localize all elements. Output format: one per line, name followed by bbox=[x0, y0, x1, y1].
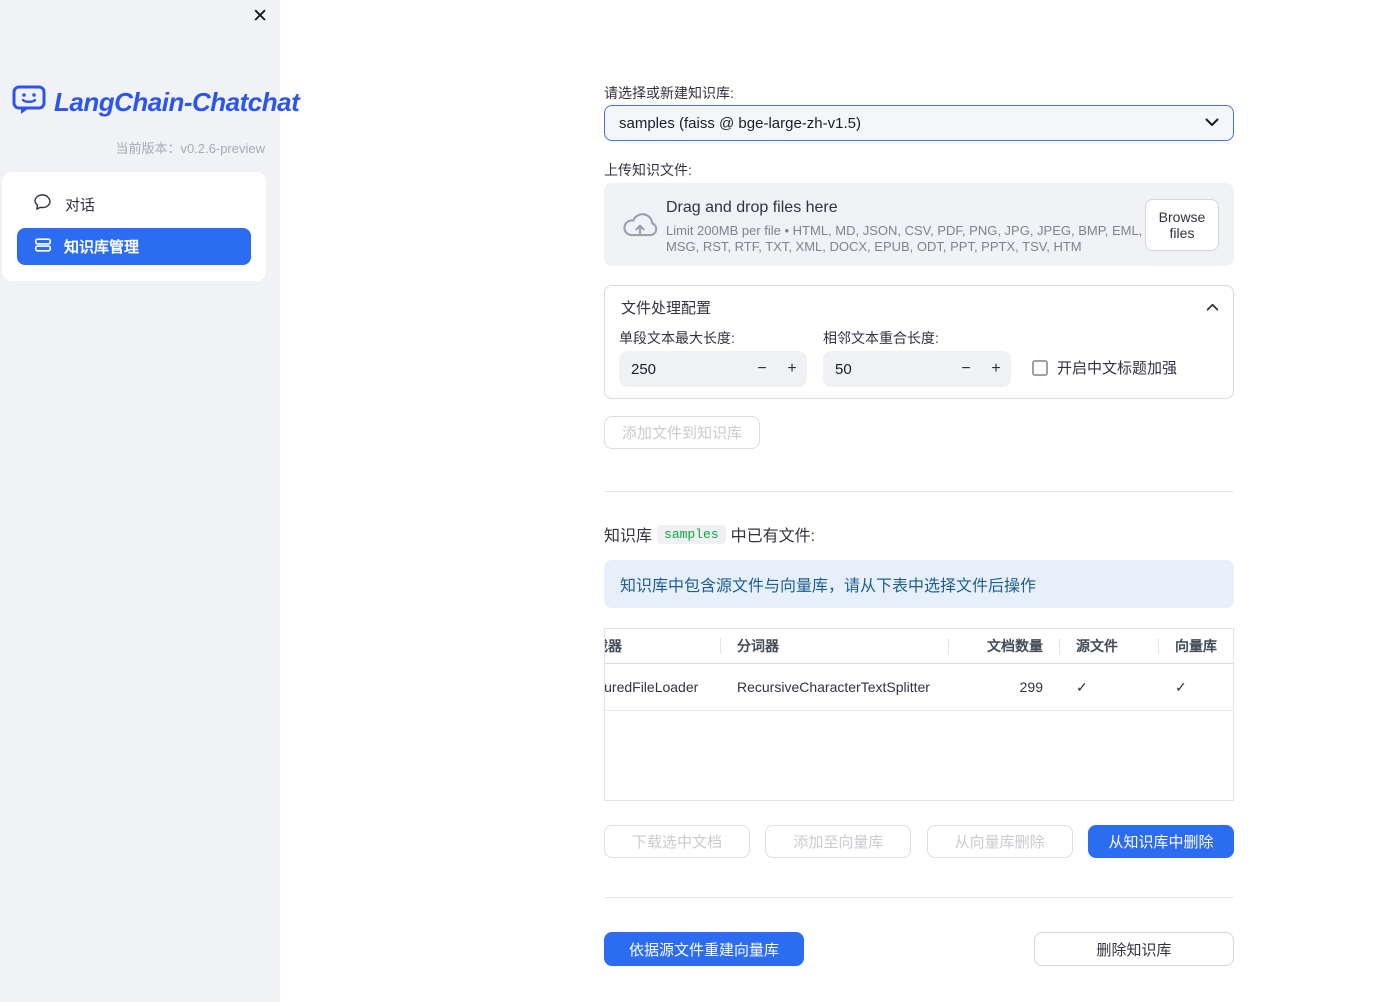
app-title: LangChain-Chatchat bbox=[54, 87, 300, 117]
kb-name-code: samples bbox=[657, 524, 726, 544]
cell-splitter: RecursiveCharacterTextSplitter bbox=[737, 679, 930, 695]
col-header-splitter[interactable]: 分词器 bbox=[720, 629, 948, 663]
sidebar-item-dialogue[interactable]: 对话 bbox=[2, 186, 266, 222]
rebuild-vector-store-button[interactable]: 依据源文件重建向量库 bbox=[604, 932, 804, 966]
checkbox-label: 开启中文标题加强 bbox=[1057, 360, 1178, 377]
kb-select-value: samples (faiss @ bge-large-zh-v1.5) bbox=[619, 114, 861, 132]
file-dropzone[interactable]: Drag and drop files here Limit 200MB per… bbox=[604, 183, 1234, 266]
chunk-size-input[interactable]: 250 − + bbox=[619, 351, 807, 387]
checkbox-box[interactable] bbox=[1032, 359, 1048, 376]
chunk-size-value: 250 bbox=[631, 360, 657, 378]
cell-source-file-check: ✓ bbox=[1076, 678, 1088, 695]
col-header-vector-store[interactable]: 向量库 bbox=[1158, 629, 1233, 663]
sidebar-close-icon[interactable]: ✕ bbox=[252, 4, 268, 30]
col-header-source-file[interactable]: 源文件 bbox=[1059, 629, 1158, 663]
delete-kb-button[interactable]: 删除知识库 bbox=[1034, 932, 1234, 966]
chat-bubble-icon bbox=[33, 193, 52, 215]
download-selected-button[interactable]: 下载选中文档 bbox=[604, 825, 750, 858]
table-row[interactable]: UnstructuredFileLoader RecursiveCharacte… bbox=[604, 664, 1233, 711]
decrement-button[interactable]: − bbox=[747, 351, 777, 387]
add-files-to-kb-button[interactable]: 添加文件到知识库 bbox=[604, 416, 761, 449]
zh-title-enhance-checkbox[interactable]: 开启中文标题加强 bbox=[1032, 357, 1177, 378]
cell-doc-count: 299 bbox=[1019, 679, 1043, 695]
sidebar-item-label: 对话 bbox=[65, 196, 96, 214]
overlap-size-label: 相邻文本重合长度: bbox=[823, 330, 939, 346]
sidebar: ✕ LangChain-Chatchat 当前版本：v0.2.6-preview… bbox=[0, 0, 300, 1002]
sidebar-item-label: 知识库管理 bbox=[64, 239, 140, 256]
file-actions: 下载选中文档 添加至向量库 从向量库删除 从知识库中删除 bbox=[604, 825, 1234, 858]
dropzone-hint: Limit 200MB per file • HTML, MD, JSON, C… bbox=[666, 223, 1143, 254]
version-text: 当前版本：v0.2.6-preview bbox=[115, 141, 265, 156]
col-header-loader[interactable]: 文档加载器 bbox=[605, 629, 720, 663]
chevron-up-icon[interactable] bbox=[1206, 298, 1219, 316]
cell-vector-store-check: ✓ bbox=[1175, 678, 1187, 695]
table-header-row: 文档加载器 分词器 文档数量 源文件 向量库 bbox=[605, 629, 1233, 664]
browse-files-button[interactable]: Browse files bbox=[1145, 199, 1219, 251]
add-to-vector-store-button[interactable]: 添加至向量库 bbox=[765, 825, 912, 858]
dropzone-title: Drag and drop files here bbox=[666, 199, 838, 216]
chatchat-logo-icon bbox=[12, 84, 46, 121]
overlap-size-input[interactable]: 50 − + bbox=[823, 351, 1011, 387]
decrement-button[interactable]: − bbox=[951, 351, 981, 387]
divider bbox=[604, 491, 1234, 492]
cloud-upload-icon bbox=[622, 209, 658, 245]
increment-button[interactable]: + bbox=[777, 351, 807, 387]
kb-select[interactable]: samples (faiss @ bge-large-zh-v1.5) bbox=[604, 105, 1234, 141]
sidebar-menu: 对话 知识库管理 bbox=[2, 172, 266, 281]
kb-files-heading: 知识库 samples 中已有文件: bbox=[604, 524, 816, 545]
app-logo: LangChain-Chatchat bbox=[12, 84, 300, 121]
file-config-expander: 文件处理配置 单段文本最大长度: 250 − + 相邻文本重合长度: 50 − … bbox=[604, 285, 1234, 399]
table-scroll-area: 文档加载器 分词器 文档数量 源文件 向量库 UnstructuredFileL… bbox=[604, 629, 1233, 711]
cell-loader: UnstructuredFileLoader bbox=[604, 679, 699, 695]
sidebar-item-kb-management[interactable]: 知识库管理 bbox=[17, 228, 251, 265]
main-content: 请选择或新建知识库: samples (faiss @ bge-large-zh… bbox=[604, 0, 1234, 1002]
info-banner: 知识库中包含源文件与向量库，请从下表中选择文件后操作 bbox=[604, 560, 1234, 608]
kb-select-label: 请选择或新建知识库: bbox=[604, 85, 734, 101]
kb-files-table[interactable]: 文档加载器 分词器 文档数量 源文件 向量库 UnstructuredFileL… bbox=[604, 628, 1234, 801]
knowledge-base-icon bbox=[34, 237, 52, 257]
overlap-size-value: 50 bbox=[835, 360, 852, 378]
divider bbox=[604, 897, 1234, 898]
delete-from-kb-button[interactable]: 从知识库中删除 bbox=[1087, 825, 1234, 858]
col-header-doc-count[interactable]: 文档数量 bbox=[948, 629, 1059, 663]
chunk-size-label: 单段文本最大长度: bbox=[619, 330, 735, 346]
chevron-down-icon bbox=[1205, 114, 1219, 132]
expander-title[interactable]: 文件处理配置 bbox=[621, 297, 711, 318]
increment-button[interactable]: + bbox=[981, 351, 1011, 387]
upload-label: 上传知识文件: bbox=[604, 162, 692, 178]
delete-from-vector-store-button[interactable]: 从向量库删除 bbox=[926, 825, 1073, 858]
